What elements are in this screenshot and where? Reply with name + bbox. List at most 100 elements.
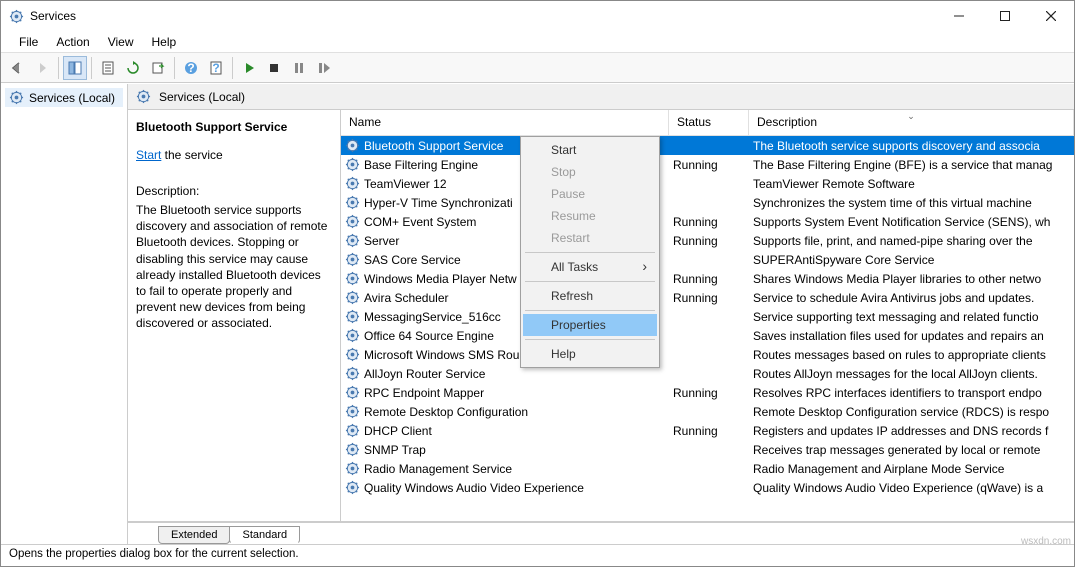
service-name: AllJoyn Router Service [364, 367, 485, 381]
properties-button[interactable] [96, 56, 120, 80]
column-header-status[interactable]: Status [669, 110, 749, 135]
table-row[interactable]: Base Filtering EngineRunningThe Base Fil… [341, 155, 1074, 174]
service-description: Service to schedule Avira Antivirus jobs… [749, 291, 1074, 305]
gear-icon [345, 214, 360, 229]
start-service-link[interactable]: Start [136, 148, 161, 162]
service-description: Saves installation files used for update… [749, 329, 1074, 343]
maximize-button[interactable] [982, 1, 1028, 31]
service-rows[interactable]: Bluetooth Support ServiceThe Bluetooth s… [341, 136, 1074, 521]
services-list: Name Status Description ⌄ Bluetooth Supp… [341, 110, 1074, 521]
context-menu: StartStopPauseResumeRestartAll TasksRefr… [520, 136, 660, 368]
context-item-pause: Pause [523, 183, 657, 205]
stop-service-button[interactable] [262, 56, 286, 80]
back-button[interactable] [5, 56, 29, 80]
close-button[interactable] [1028, 1, 1074, 31]
svg-text:?: ? [187, 61, 194, 75]
column-header-name[interactable]: Name [341, 110, 669, 135]
table-row[interactable]: COM+ Event SystemRunningSupports System … [341, 212, 1074, 231]
service-status: Running [669, 386, 749, 400]
table-row[interactable]: Hyper-V Time SynchronizatiSynchronizes t… [341, 193, 1074, 212]
help-topics-button[interactable]: ? [204, 56, 228, 80]
table-row[interactable]: SAS Core ServiceSUPERAntiSpyware Core Se… [341, 250, 1074, 269]
table-row[interactable]: Microsoft Windows SMS RouRoutes messages… [341, 345, 1074, 364]
gear-icon [136, 89, 151, 104]
table-row[interactable]: Windows Media Player NetwRunningShares W… [341, 269, 1074, 288]
service-status: Running [669, 424, 749, 438]
context-item-properties[interactable]: Properties [523, 314, 657, 336]
service-name: DHCP Client [364, 424, 432, 438]
menubar: File Action View Help [1, 31, 1074, 53]
results-header-title: Services (Local) [159, 90, 245, 104]
service-status: Running [669, 234, 749, 248]
service-description: Registers and updates IP addresses and D… [749, 424, 1074, 438]
selected-service-name: Bluetooth Support Service [136, 120, 332, 134]
table-row[interactable]: Quality Windows Audio Video Experience Qu… [341, 478, 1074, 497]
service-description: TeamViewer Remote Software [749, 177, 1074, 191]
tree-node-services-local[interactable]: Services (Local) [5, 88, 123, 107]
table-row[interactable]: DHCP Client RunningRegisters and updates … [341, 421, 1074, 440]
menu-view[interactable]: View [100, 33, 142, 51]
service-name: SNMP Trap [364, 443, 426, 457]
console-tree: Services (Local) [1, 84, 128, 544]
pause-service-button[interactable] [287, 56, 311, 80]
context-item-start[interactable]: Start [523, 139, 657, 161]
context-item-all-tasks[interactable]: All Tasks [523, 256, 657, 278]
gear-icon [345, 290, 360, 305]
forward-button[interactable] [30, 56, 54, 80]
context-separator [525, 252, 655, 253]
context-item-help[interactable]: Help [523, 343, 657, 365]
table-row[interactable]: MessagingService_516cc Service supporting… [341, 307, 1074, 326]
titlebar: Services [1, 1, 1074, 31]
detail-pane: Bluetooth Support Service Start the serv… [128, 110, 341, 521]
service-name: Office 64 Source Engine [364, 329, 494, 343]
tab-standard[interactable]: Standard [229, 526, 300, 544]
service-status: Running [669, 158, 749, 172]
menu-file[interactable]: File [11, 33, 46, 51]
table-row[interactable]: SNMP Trap Receives trap messages generate… [341, 440, 1074, 459]
table-row[interactable]: Radio Management Service Radio Management… [341, 459, 1074, 478]
service-name: MessagingService_516cc [364, 310, 501, 324]
gear-icon [345, 404, 360, 419]
service-description: Routes messages based on rules to approp… [749, 348, 1074, 362]
table-row[interactable]: AllJoyn Router ServiceRoutes AllJoyn mes… [341, 364, 1074, 383]
gear-icon [345, 480, 360, 495]
refresh-button[interactable] [121, 56, 145, 80]
table-row[interactable]: Remote Desktop ConfigurationRemote Deskt… [341, 402, 1074, 421]
table-row[interactable]: ServerRunningSupports file, print, and n… [341, 231, 1074, 250]
minimize-button[interactable] [936, 1, 982, 31]
gear-icon [345, 423, 360, 438]
context-item-refresh[interactable]: Refresh [523, 285, 657, 307]
service-description: The Bluetooth service supports discovery… [749, 139, 1074, 153]
service-description: Receives trap messages generated by loca… [749, 443, 1074, 457]
context-item-restart: Restart [523, 227, 657, 249]
start-suffix: the service [161, 148, 222, 162]
gear-icon [345, 309, 360, 324]
context-item-resume: Resume [523, 205, 657, 227]
restart-service-button[interactable] [312, 56, 336, 80]
context-separator [525, 310, 655, 311]
gear-icon [345, 157, 360, 172]
service-name: RPC Endpoint Mapper [364, 386, 484, 400]
column-header-description[interactable]: Description ⌄ [749, 110, 1074, 135]
table-row[interactable]: Office 64 Source Engine Saves installatio… [341, 326, 1074, 345]
table-row[interactable]: Avira SchedulerRunningService to schedul… [341, 288, 1074, 307]
show-hide-tree-button[interactable] [63, 56, 87, 80]
service-name: Radio Management Service [364, 462, 512, 476]
start-service-button[interactable] [237, 56, 261, 80]
service-description: Radio Management and Airplane Mode Servi… [749, 462, 1074, 476]
tab-extended[interactable]: Extended [158, 526, 230, 544]
service-name: Server [364, 234, 399, 248]
menu-action[interactable]: Action [48, 33, 97, 51]
table-row[interactable]: Bluetooth Support ServiceThe Bluetooth s… [341, 136, 1074, 155]
service-description: Quality Windows Audio Video Experience (… [749, 481, 1074, 495]
service-description: Service supporting text messaging and re… [749, 310, 1074, 324]
menu-help[interactable]: Help [144, 33, 185, 51]
gear-icon [345, 328, 360, 343]
export-button[interactable] [146, 56, 170, 80]
table-row[interactable]: RPC Endpoint MapperRunningResolves RPC i… [341, 383, 1074, 402]
help-button[interactable]: ? [179, 56, 203, 80]
table-row[interactable]: TeamViewer 12TeamViewer Remote Software [341, 174, 1074, 193]
service-name: Quality Windows Audio Video Experience [364, 481, 584, 495]
watermark: wsxdn.com [1021, 536, 1071, 547]
service-name: Avira Scheduler [364, 291, 449, 305]
